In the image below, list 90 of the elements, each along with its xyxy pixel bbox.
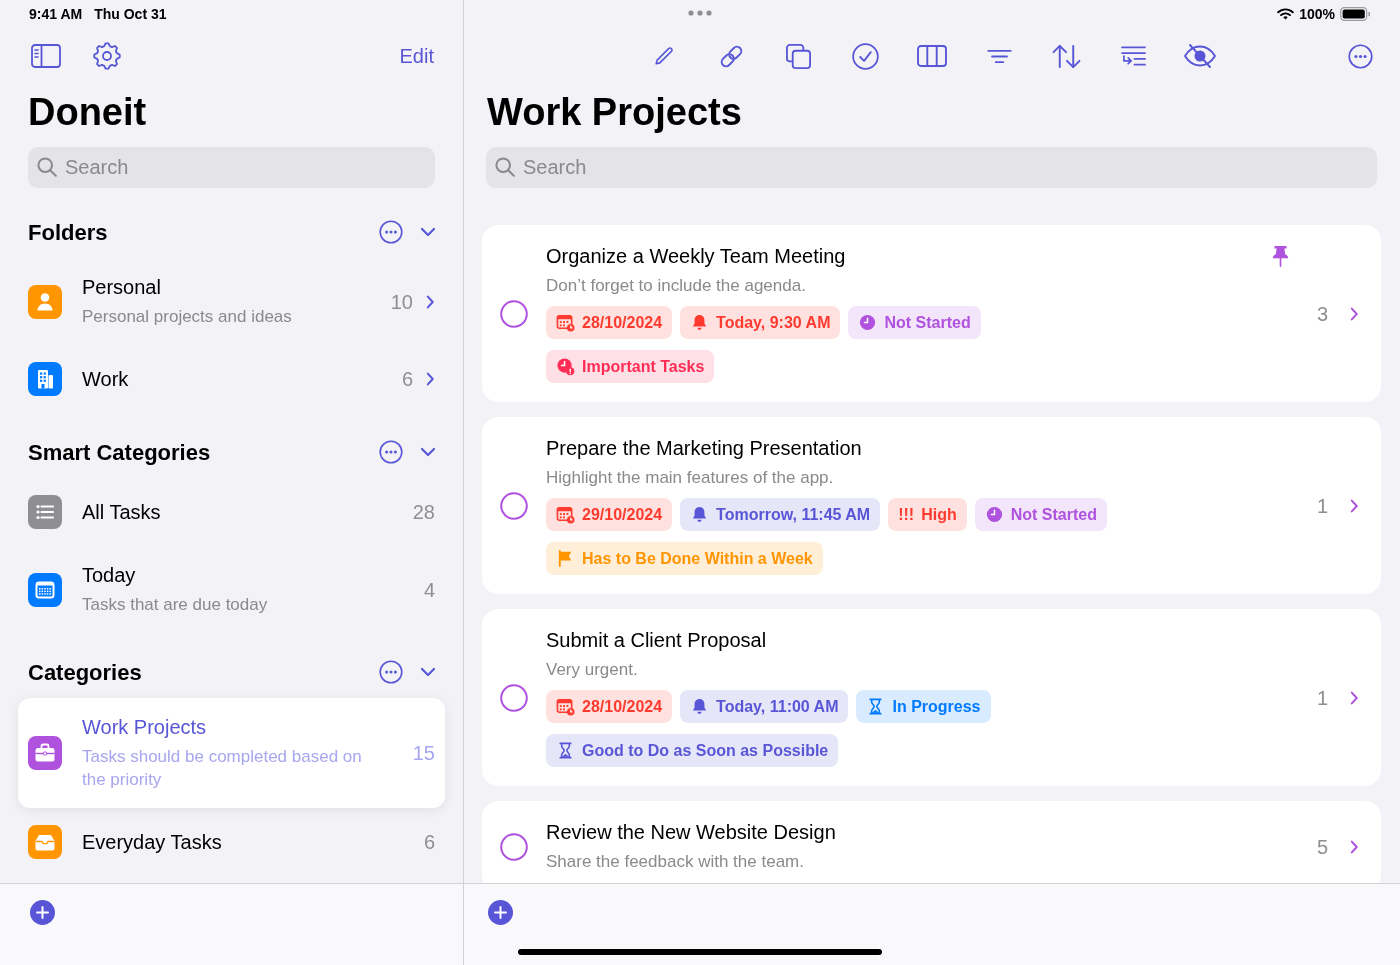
task-title: Organize a Weekly Team Meeting [546,244,846,268]
section-title: Folders [28,218,108,247]
item-count: 28 [412,500,435,525]
task-checkbox[interactable] [500,491,528,520]
item-title[interactable]: Work [82,367,378,391]
chevron-right-icon [1350,689,1359,706]
item-subtitle: Tasks should be completed based on the priority [82,746,363,791]
status-time: 9:41 AM [29,4,83,24]
priority-marks: !!! [898,504,915,525]
chevron-right-icon [1350,497,1359,514]
page-title: Work Projects [486,90,743,135]
task-checkbox[interactable] [500,299,528,328]
task-title: Review the New Website Design [546,820,836,844]
columns-icon[interactable] [917,45,947,67]
tag-label: In Progress [892,696,981,717]
subtask-count: 1 [1316,493,1328,519]
chevron-right-icon [426,371,435,387]
battery-icon [1340,7,1370,21]
more-icon[interactable] [379,220,403,244]
tag-label: Good to Do as Soon as Possible [582,740,829,761]
tag-label: Important Tasks [582,356,705,377]
eye-slash-icon[interactable] [1183,43,1217,69]
tag-label: 28/10/2024 [582,696,663,717]
task-checkbox[interactable] [500,683,528,712]
edit-button[interactable]: Edit [399,41,434,71]
search-icon [37,157,57,177]
subtask-count: 5 [1316,834,1328,860]
item-count: 4 [423,577,435,603]
battery-percent: 100% [1299,4,1335,24]
tag-label: Tomorrow, 11:45 AM [716,504,871,525]
chevron-right-icon [1350,838,1359,855]
item-count: 15 [412,741,435,766]
item-count: 10 [390,289,413,315]
item-subtitle: Personal projects and ideas [82,306,293,328]
plus-icon [494,906,507,919]
copy-icon[interactable] [784,42,812,70]
item-title[interactable]: Work Projects [82,715,389,739]
tag-label: High [921,504,957,525]
add-button[interactable] [30,900,55,925]
tag-label: Not Started [884,312,971,333]
task-card[interactable]: Submit a Client Proposal Very urgent. 28/10/2024 Today, 11:00 AM In Progress Good to Do as Soon as Possible 1 [482,609,1381,786]
task-note: Very urgent. [546,659,639,681]
checkmark-circle-icon[interactable] [851,42,879,70]
item-title[interactable]: Everyday Tasks [82,830,400,854]
wifi-icon [1277,8,1295,20]
more-icon[interactable] [1348,43,1373,69]
task-note: Share the feedback with the team. [546,851,805,873]
status-date: Thu Oct 31 [94,4,167,24]
tag-label: Has to Be Done Within a Week [582,548,813,569]
app-title: Doneit [27,90,148,135]
tag-label: 28/10/2024 [582,312,663,333]
chevron-right-icon [1350,305,1359,322]
sidebar-toggle-icon[interactable] [31,44,61,68]
multitasking-dots-icon[interactable] [688,10,712,16]
settings-icon[interactable] [93,42,121,70]
task-title: Prepare the Marketing Presentation [546,436,862,460]
plus-icon [36,906,49,919]
chevron-right-icon [426,293,435,310]
item-title[interactable]: All Tasks [82,500,389,524]
tag-label: 29/10/2024 [582,504,663,525]
item-count: 6 [423,830,435,855]
add-button[interactable] [488,900,513,925]
indent-list-icon[interactable] [1120,45,1146,67]
item-title[interactable]: Today [82,563,400,587]
search-field[interactable]: Search [486,147,1377,188]
tag-label: Not Started [1010,504,1097,525]
more-icon[interactable] [379,440,403,464]
selected-list-item[interactable]: Work Projects Tasks should be completed based on the priority 15 [18,698,445,808]
subtask-count: 1 [1316,685,1328,711]
section-title: Smart Categories [28,438,211,467]
filter-icon[interactable] [986,48,1012,64]
search-icon [495,157,515,177]
task-note: Don’t forget to include the agenda. [546,275,807,297]
task-card[interactable]: Prepare the Marketing Presentation Highlight the main features of the app. 29/10/2024 Tomorrow, 11:45 AM !!! High Not Started Has to Be Done Within a Week 1 [482,417,1381,594]
item-count: 6 [401,367,413,392]
tag-label: Today, 9:30 AM [716,312,831,333]
sort-arrows-icon[interactable] [1051,43,1081,69]
pencil-icon[interactable] [653,45,675,67]
item-subtitle: Tasks that are due today [82,594,269,616]
subtask-count: 3 [1316,301,1328,327]
task-card[interactable]: Review the New Website Design Share the feedback with the team. 5 [482,801,1381,883]
more-icon[interactable] [379,660,403,684]
task-note: Highlight the main features of the app. [546,467,835,489]
search-field[interactable]: Search [28,147,435,188]
section-title: Categories [28,658,142,687]
item-title[interactable]: Personal [82,275,367,299]
task-checkbox[interactable] [500,832,528,861]
task-title: Submit a Client Proposal [546,628,767,652]
task-card[interactable]: Organize a Weekly Team Meeting Don’t forget to include the agenda. 28/10/2024 Today, 9:30 AM Not Started Important Tasks 3 [482,225,1381,402]
tag-label: Today, 11:00 AM [716,696,839,717]
